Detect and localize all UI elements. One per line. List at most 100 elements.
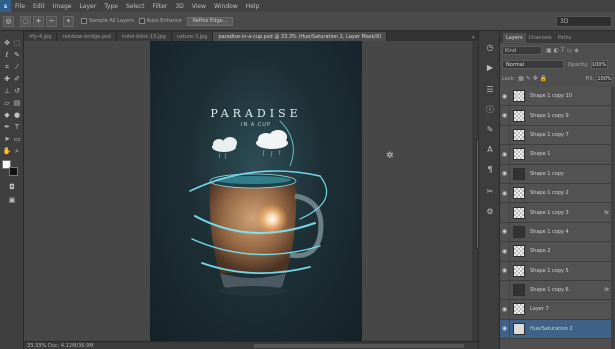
path-selection-tool-icon[interactable]: ➤ [2, 134, 12, 144]
healing-brush-tool-icon[interactable]: ✚ [2, 74, 12, 84]
layer-name[interactable]: Shape 1 copy 9 [530, 113, 569, 119]
document-tab[interactable]: rainbow-bridge.psd [57, 32, 117, 41]
blur-tool-icon[interactable]: ◆ [2, 110, 12, 120]
layer-row[interactable]: ◉ Shape 1 copy [500, 164, 615, 184]
layer-effects-icon[interactable]: fx [604, 287, 609, 293]
auto-enhance-checkbox[interactable]: Auto-Enhance [138, 18, 182, 24]
visibility-eye-icon[interactable]: ◉ [500, 319, 510, 339]
visibility-eye-icon[interactable]: ◉ [500, 144, 510, 164]
menu-item-window[interactable]: Window [210, 3, 242, 10]
menu-item-layer[interactable]: Layer [75, 3, 100, 10]
visibility-eye-icon[interactable]: ◉ [500, 183, 510, 203]
hand-tool-icon[interactable]: ✋ [2, 146, 12, 156]
layer-row[interactable]: ◉ Layer 7 [500, 300, 615, 320]
quick-mask-icon[interactable]: ◘ [7, 182, 17, 192]
layer-name[interactable]: Shape 1 copy 2 [530, 190, 569, 196]
workspace-select[interactable]: 3D [556, 16, 612, 27]
screen-mode-icon[interactable]: ▣ [7, 195, 17, 205]
eraser-tool-icon[interactable]: ▱ [2, 98, 12, 108]
layer-name[interactable]: Shape 2 [530, 248, 550, 254]
crop-tool-icon[interactable]: ⌗ [2, 62, 12, 72]
history-brush-tool-icon[interactable]: ↺ [12, 86, 22, 96]
visibility-eye-icon[interactable]: ◉ [500, 87, 510, 106]
brush-tool-icon[interactable]: ✐ [12, 74, 22, 84]
menu-item-edit[interactable]: Edit [29, 3, 49, 10]
kind-filter-select[interactable]: Kind [502, 46, 542, 55]
layer-name[interactable]: Shape 1 copy 6 [530, 287, 569, 293]
visibility-eye-icon[interactable]: ◉ [500, 125, 510, 145]
marquee-tool-icon[interactable]: ⬚ [12, 38, 22, 48]
document-canvas[interactable]: PARADISE IN A CUP [150, 41, 362, 341]
layer-name[interactable]: Shape 1 copy 7 [530, 132, 569, 138]
layer-name[interactable]: Shape 1 [530, 151, 550, 157]
opacity-input[interactable]: 100% [590, 60, 608, 69]
checkbox-box[interactable] [81, 18, 87, 24]
panel-tab-layers[interactable]: Layers [503, 33, 526, 43]
layer-effects-icon[interactable]: fx [604, 210, 609, 216]
layer-row[interactable]: ◉ Hue/Saturation 2 [500, 319, 615, 340]
visibility-eye-icon[interactable]: ◉ [500, 261, 510, 281]
layer-row[interactable]: ◉ Shape 1 copy 4 [500, 222, 615, 243]
quick-select-tool-icon[interactable]: ✎ [12, 50, 22, 60]
brush-panel-icon[interactable]: ✎ [484, 123, 496, 135]
paragraph-panel-icon[interactable]: ¶ [484, 163, 496, 175]
menu-item-file[interactable]: File [11, 3, 29, 10]
shape-tool-icon[interactable]: ▭ [12, 134, 22, 144]
layer-row[interactable]: ◉ Shape 1 copy 5 [500, 261, 615, 281]
menu-item-3d[interactable]: 3D [171, 3, 187, 10]
layer-row[interactable]: ◉ Shape 2 [500, 241, 615, 262]
dodge-tool-icon[interactable]: ● [12, 110, 22, 120]
history-panel-icon[interactable]: ◷ [484, 41, 496, 53]
layer-name[interactable]: Shape 1 copy 5 [530, 268, 569, 274]
layer-row[interactable]: ◉ Shape 1 copy 3 fx [500, 203, 615, 223]
panel-tab-channels[interactable]: Channels [526, 33, 555, 43]
visibility-eye-icon[interactable]: ◉ [500, 222, 510, 242]
menu-item-image[interactable]: Image [49, 3, 76, 10]
tool-presets-panel-icon[interactable]: ✂ [484, 185, 496, 197]
subtract-from-selection-icon[interactable]: − [46, 15, 57, 27]
layer-row[interactable]: ◉ Shape 1 copy 6 fx [500, 280, 615, 301]
menu-item-view[interactable]: View [188, 3, 210, 10]
layer-name[interactable]: Shape 1 copy [530, 171, 564, 177]
visibility-eye-icon[interactable]: ◉ [500, 203, 510, 223]
layer-row[interactable]: ◉ Shape 1 copy 7 [500, 125, 615, 146]
checkbox-box[interactable] [138, 18, 145, 24]
menu-item-select[interactable]: Select [122, 3, 149, 10]
quick-selection-tool-icon[interactable]: ◎ [3, 15, 14, 27]
layers-scrollbar[interactable] [611, 87, 615, 349]
properties-panel-icon[interactable]: ☰ [484, 83, 496, 95]
info-panel-icon[interactable]: ⓘ [484, 103, 496, 115]
canvas-area[interactable]: PARADISE IN A CUP ✲ [24, 41, 472, 341]
type-tool-icon[interactable]: T [12, 122, 22, 132]
document-tab[interactable]: nature-3.jpg [171, 32, 214, 41]
visibility-eye-icon[interactable]: ◉ [500, 241, 510, 261]
menu-item-help[interactable]: Help [242, 3, 264, 10]
sample-all-layers-checkbox[interactable]: Sample All Layers [81, 18, 134, 24]
layer-row[interactable]: ◉ Shape 1 copy 9 [500, 106, 615, 126]
tabs-overflow-icon[interactable]: » [468, 34, 478, 41]
eyedropper-tool-icon[interactable]: ⁄ [12, 62, 22, 72]
layer-name[interactable]: Layer 7 [530, 306, 549, 312]
lock-icons[interactable]: ▦✎✥🔒 [518, 75, 549, 82]
blend-mode-select[interactable]: Normal [502, 60, 564, 69]
layer-name[interactable]: Shape 1 copy 3 [530, 210, 569, 216]
panel-tab-paths[interactable]: Paths [555, 33, 575, 43]
brush-size-icon[interactable]: • [63, 15, 74, 27]
layer-row[interactable]: ◉ Shape 1 [500, 144, 615, 165]
document-tab[interactable]: hotel-blink-15.jpg [116, 32, 172, 41]
layer-row[interactable]: ◉ Shape 1 copy 10 [500, 87, 615, 107]
add-to-selection-icon[interactable]: + [33, 15, 44, 27]
layer-row[interactable]: ◉ Shape 1 copy 2 [500, 183, 615, 204]
zoom-tool-icon[interactable]: ⌕ [12, 146, 22, 156]
filter-icons[interactable]: ▣◐T▭◈ [546, 47, 581, 54]
visibility-eye-icon[interactable]: ◉ [500, 300, 510, 319]
lasso-tool-icon[interactable]: ℓ [2, 50, 12, 60]
layer-name[interactable]: Shape 1 copy 10 [530, 93, 572, 99]
clone-stamp-tool-icon[interactable]: ⊥ [2, 86, 12, 96]
document-tab-active[interactable]: paradise-in-a-cup.psd @ 33.3% (Hue/Satur… [213, 32, 388, 41]
new-selection-icon[interactable]: ◌ [20, 15, 31, 27]
clone-source-panel-icon[interactable]: ⚙ [484, 205, 496, 217]
menu-item-filter[interactable]: Filter [149, 3, 172, 10]
layer-name[interactable]: Shape 1 copy 4 [530, 229, 569, 235]
zoom-level[interactable]: 33.33% [24, 343, 48, 349]
